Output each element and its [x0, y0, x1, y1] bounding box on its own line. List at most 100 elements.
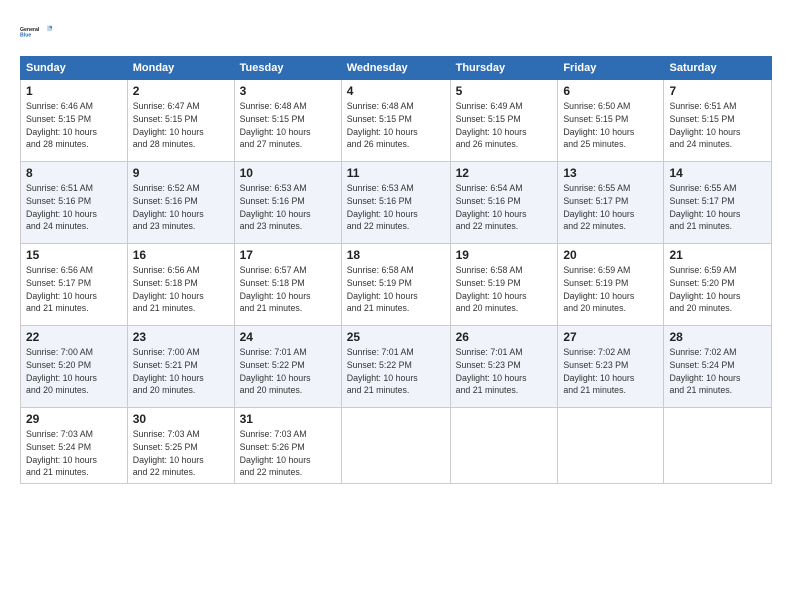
day-detail: Sunrise: 6:51 AMSunset: 5:16 PMDaylight:… [26, 182, 122, 233]
day-detail: Sunrise: 6:56 AMSunset: 5:17 PMDaylight:… [26, 264, 122, 315]
day-detail: Sunrise: 6:59 AMSunset: 5:20 PMDaylight:… [669, 264, 766, 315]
calendar-week-row: 22 Sunrise: 7:00 AMSunset: 5:20 PMDayligh… [21, 326, 772, 408]
calendar-cell: 26Sunrise: 7:01 AMSunset: 5:23 PMDayligh… [450, 326, 558, 408]
day-detail: Sunrise: 6:51 AMSunset: 5:15 PMDaylight:… [669, 100, 766, 151]
day-detail: Sunrise: 6:56 AMSunset: 5:18 PMDaylight:… [133, 264, 229, 315]
day-number: 19 [456, 248, 553, 262]
day-detail: Sunrise: 7:03 AMSunset: 5:24 PMDaylight:… [26, 428, 122, 479]
day-detail: Sunrise: 7:02 AMSunset: 5:23 PMDaylight:… [563, 346, 658, 397]
day-detail: Sunrise: 7:01 AMSunset: 5:23 PMDaylight:… [456, 346, 553, 397]
calendar-cell: 14 Sunrise: 6:55 AMSunset: 5:17 PMDayligh… [664, 162, 772, 244]
calendar-cell: 8Sunrise: 6:51 AMSunset: 5:16 PMDaylight… [21, 162, 128, 244]
day-number: 28 [669, 330, 766, 344]
day-number: 3 [240, 84, 336, 98]
day-detail: Sunrise: 7:03 AMSunset: 5:25 PMDaylight:… [133, 428, 229, 479]
calendar-cell: 11 Sunrise: 6:53 AMSunset: 5:16 PMDayligh… [341, 162, 450, 244]
day-number: 15 [26, 248, 122, 262]
day-number: 24 [240, 330, 336, 344]
calendar-cell: 19 Sunrise: 6:58 AMSunset: 5:19 PMDayligh… [450, 244, 558, 326]
column-header-monday: Monday [127, 57, 234, 80]
column-header-tuesday: Tuesday [234, 57, 341, 80]
calendar-table: SundayMondayTuesdayWednesdayThursdayFrid… [20, 56, 772, 484]
day-number: 6 [563, 84, 658, 98]
calendar-cell: 2 Sunrise: 6:47 AMSunset: 5:15 PMDaylight… [127, 80, 234, 162]
day-number: 30 [133, 412, 229, 426]
calendar-cell: 17 Sunrise: 6:57 AMSunset: 5:18 PMDayligh… [234, 244, 341, 326]
day-detail: Sunrise: 6:53 AMSunset: 5:16 PMDaylight:… [240, 182, 336, 233]
day-detail: Sunrise: 7:00 AMSunset: 5:21 PMDaylight:… [133, 346, 229, 397]
calendar-cell [341, 408, 450, 484]
day-number: 1 [26, 84, 122, 98]
calendar-cell: 30 Sunrise: 7:03 AMSunset: 5:25 PMDayligh… [127, 408, 234, 484]
day-detail: Sunrise: 6:55 AMSunset: 5:17 PMDaylight:… [669, 182, 766, 233]
calendar-cell: 5 Sunrise: 6:49 AMSunset: 5:15 PMDaylight… [450, 80, 558, 162]
day-number: 29 [26, 412, 122, 426]
day-number: 18 [347, 248, 445, 262]
day-number: 27 [563, 330, 658, 344]
calendar-cell: 21Sunrise: 6:59 AMSunset: 5:20 PMDayligh… [664, 244, 772, 326]
column-header-saturday: Saturday [664, 57, 772, 80]
calendar-cell: 15 Sunrise: 6:56 AMSunset: 5:17 PMDayligh… [21, 244, 128, 326]
calendar-cell [450, 408, 558, 484]
day-detail: Sunrise: 6:57 AMSunset: 5:18 PMDaylight:… [240, 264, 336, 315]
day-number: 22 [26, 330, 122, 344]
day-number: 12 [456, 166, 553, 180]
day-detail: Sunrise: 6:47 AMSunset: 5:15 PMDaylight:… [133, 100, 229, 151]
calendar-cell: 3Sunrise: 6:48 AMSunset: 5:15 PMDaylight… [234, 80, 341, 162]
calendar-cell: 20Sunrise: 6:59 AMSunset: 5:19 PMDayligh… [558, 244, 664, 326]
calendar-week-row: 1 Sunrise: 6:46 AMSunset: 5:15 PMDaylight… [21, 80, 772, 162]
calendar-cell: 23 Sunrise: 7:00 AMSunset: 5:21 PMDayligh… [127, 326, 234, 408]
logo: General Blue [20, 18, 52, 46]
logo-icon: General Blue [20, 18, 52, 46]
day-number: 23 [133, 330, 229, 344]
day-detail: Sunrise: 7:02 AMSunset: 5:24 PMDaylight:… [669, 346, 766, 397]
calendar-cell [664, 408, 772, 484]
column-header-wednesday: Wednesday [341, 57, 450, 80]
calendar-cell: 7 Sunrise: 6:51 AMSunset: 5:15 PMDaylight… [664, 80, 772, 162]
day-number: 20 [563, 248, 658, 262]
calendar-cell: 16 Sunrise: 6:56 AMSunset: 5:18 PMDayligh… [127, 244, 234, 326]
day-detail: Sunrise: 7:03 AMSunset: 5:26 PMDaylight:… [240, 428, 336, 479]
svg-text:Blue: Blue [20, 32, 31, 38]
calendar-week-row: 29 Sunrise: 7:03 AMSunset: 5:24 PMDayligh… [21, 408, 772, 484]
day-number: 16 [133, 248, 229, 262]
day-number: 11 [347, 166, 445, 180]
calendar-cell: 12 Sunrise: 6:54 AMSunset: 5:16 PMDayligh… [450, 162, 558, 244]
column-header-sunday: Sunday [21, 57, 128, 80]
day-number: 14 [669, 166, 766, 180]
calendar-cell [558, 408, 664, 484]
calendar-cell: 13 Sunrise: 6:55 AMSunset: 5:17 PMDayligh… [558, 162, 664, 244]
day-detail: Sunrise: 7:01 AMSunset: 5:22 PMDaylight:… [347, 346, 445, 397]
day-detail: Sunrise: 7:00 AMSunset: 5:20 PMDaylight:… [26, 346, 122, 397]
day-detail: Sunrise: 7:01 AMSunset: 5:22 PMDaylight:… [240, 346, 336, 397]
calendar-week-row: 8Sunrise: 6:51 AMSunset: 5:16 PMDaylight… [21, 162, 772, 244]
calendar-header-row: SundayMondayTuesdayWednesdayThursdayFrid… [21, 57, 772, 80]
day-detail: Sunrise: 6:48 AMSunset: 5:15 PMDaylight:… [347, 100, 445, 151]
day-number: 2 [133, 84, 229, 98]
calendar-cell: 1 Sunrise: 6:46 AMSunset: 5:15 PMDaylight… [21, 80, 128, 162]
calendar-container: General Blue SundayMondayTuesdayWednesda… [0, 0, 792, 612]
column-header-thursday: Thursday [450, 57, 558, 80]
day-number: 13 [563, 166, 658, 180]
calendar-cell: 18Sunrise: 6:58 AMSunset: 5:19 PMDayligh… [341, 244, 450, 326]
calendar-cell: 29 Sunrise: 7:03 AMSunset: 5:24 PMDayligh… [21, 408, 128, 484]
day-detail: Sunrise: 6:52 AMSunset: 5:16 PMDaylight:… [133, 182, 229, 233]
calendar-cell: 9Sunrise: 6:52 AMSunset: 5:16 PMDaylight… [127, 162, 234, 244]
calendar-cell: 6 Sunrise: 6:50 AMSunset: 5:15 PMDaylight… [558, 80, 664, 162]
day-detail: Sunrise: 6:50 AMSunset: 5:15 PMDaylight:… [563, 100, 658, 151]
day-detail: Sunrise: 6:49 AMSunset: 5:15 PMDaylight:… [456, 100, 553, 151]
calendar-cell: 27 Sunrise: 7:02 AMSunset: 5:23 PMDayligh… [558, 326, 664, 408]
column-header-friday: Friday [558, 57, 664, 80]
day-number: 7 [669, 84, 766, 98]
day-detail: Sunrise: 6:55 AMSunset: 5:17 PMDaylight:… [563, 182, 658, 233]
day-detail: Sunrise: 6:53 AMSunset: 5:16 PMDaylight:… [347, 182, 445, 233]
day-number: 10 [240, 166, 336, 180]
calendar-cell: 22 Sunrise: 7:00 AMSunset: 5:20 PMDayligh… [21, 326, 128, 408]
day-number: 17 [240, 248, 336, 262]
day-number: 5 [456, 84, 553, 98]
calendar-cell: 31Sunrise: 7:03 AMSunset: 5:26 PMDayligh… [234, 408, 341, 484]
day-detail: Sunrise: 6:54 AMSunset: 5:16 PMDaylight:… [456, 182, 553, 233]
day-detail: Sunrise: 6:46 AMSunset: 5:15 PMDaylight:… [26, 100, 122, 151]
day-number: 25 [347, 330, 445, 344]
day-detail: Sunrise: 6:58 AMSunset: 5:19 PMDaylight:… [456, 264, 553, 315]
